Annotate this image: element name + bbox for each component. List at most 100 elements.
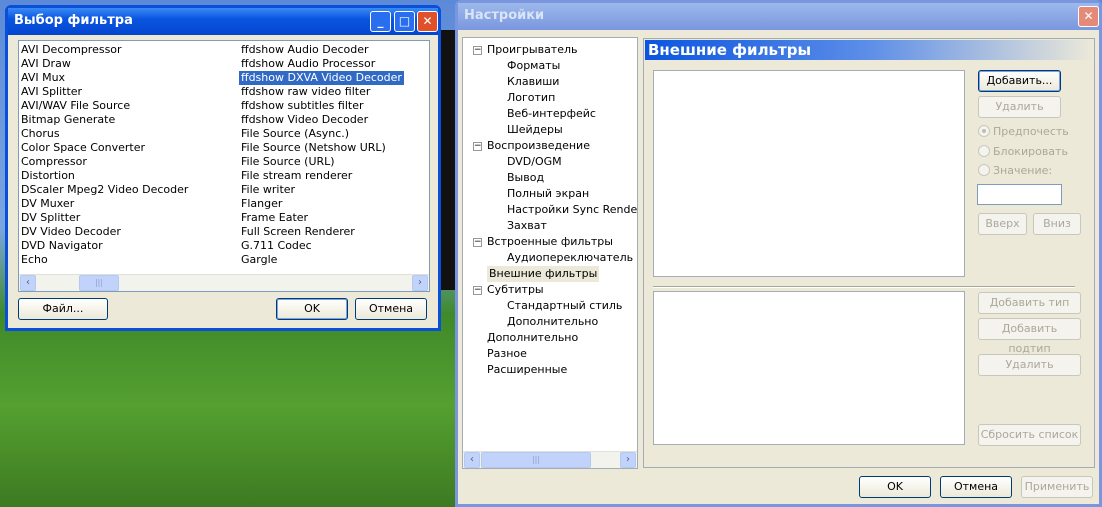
filter-list-item[interactable]: ffdshow Audio Decoder [241,43,369,57]
remove-button[interactable]: Удалить [978,96,1061,118]
collapse-icon[interactable]: − [473,46,482,55]
apply-button[interactable]: Применить [1021,476,1093,498]
scroll-left-icon[interactable]: ‹ [20,275,36,291]
cancel-button[interactable]: Отмена [355,298,427,320]
filter-list[interactable]: AVI Decompressor AVI Draw AVI Mux AVI Split… [18,40,430,292]
filter-list-item[interactable]: Frame Eater [241,211,308,225]
settings-window: Настройки ✕ − Проигрыватель Форматы Клавиши… [455,0,1102,507]
filter-list-item[interactable]: ffdshow Audio Processor [241,57,375,71]
minimize-button[interactable]: _ [370,11,391,32]
tree-item[interactable]: Встроенные фильтры [487,234,613,250]
filter-list-item[interactable]: AVI/WAV File Source [21,99,130,113]
ok-button[interactable]: OK [276,298,348,320]
tree-item[interactable]: Внешние фильтры [487,266,600,282]
up-button[interactable]: Вверх [978,213,1027,235]
filter-list-item[interactable]: Distortion [21,169,75,183]
page-title: Внешние фильтры [645,40,1093,60]
filter-list-item[interactable]: Color Space Converter [21,141,145,155]
add-button[interactable]: Добавить... [978,70,1061,92]
filter-list-item[interactable]: AVI Decompressor [21,43,122,57]
filter-list-item[interactable]: AVI Draw [21,57,71,71]
radio-icon [978,125,990,137]
scroll-right-icon[interactable]: › [412,275,428,291]
filter-list-item[interactable]: Chorus [21,127,60,141]
tree-item[interactable]: Разное [487,346,527,362]
filter-dialog-titlebar[interactable]: Выбор фильтра _ □ ✕ [8,8,438,35]
filter-list-item[interactable]: Flanger [241,197,282,211]
scroll-thumb[interactable]: ||| [79,275,119,291]
filter-list-item[interactable]: DVD Navigator [21,239,103,253]
horizontal-scrollbar[interactable]: ‹ ||| › [19,274,429,291]
tree-item[interactable]: Форматы [507,58,560,74]
value-radio[interactable]: Значение: [978,164,1052,177]
filter-list-item[interactable]: AVI Mux [21,71,65,85]
filter-list-item[interactable]: DScaler Mpeg2 Video Decoder [21,183,188,197]
collapse-icon[interactable]: − [473,286,482,295]
separator [653,286,1075,288]
settings-close-button[interactable]: ✕ [1078,6,1099,27]
types-list[interactable] [653,291,965,445]
settings-tree[interactable]: − Проигрыватель Форматы Клавиши Логотип Веб-и… [462,37,638,469]
filter-list-item[interactable]: File stream renderer [241,169,352,183]
tree-item[interactable]: Стандартный стиль [507,298,622,314]
tree-item[interactable]: Захват [507,218,547,234]
filter-list-item[interactable]: AVI Splitter [21,85,82,99]
radio-icon [978,164,990,176]
filter-list-item[interactable]: ffdshow DXVA Video Decoder [239,71,404,85]
tree-item[interactable]: Полный экран [507,186,589,202]
tree-item[interactable]: Дополнительно [487,330,578,346]
remove-type-button[interactable]: Удалить [978,354,1081,376]
filter-list-item[interactable]: ffdshow subtitles filter [241,99,364,113]
maximize-button[interactable]: □ [394,11,415,32]
filter-dialog: Выбор фильтра _ □ ✕ AVI Decompressor AVI … [5,5,441,331]
filters-list[interactable] [653,70,965,277]
filter-list-item[interactable]: Echo [21,253,48,267]
settings-ok-button[interactable]: OK [859,476,931,498]
tree-item[interactable]: Шейдеры [507,122,563,138]
scroll-thumb[interactable]: ||| [481,452,591,468]
filter-list-item[interactable]: DV Muxer [21,197,74,211]
tree-item[interactable]: Субтитры [487,282,544,298]
scroll-left-icon[interactable]: ‹ [464,452,480,468]
settings-titlebar[interactable]: Настройки ✕ [458,3,1099,30]
filter-list-item[interactable]: ffdshow Video Decoder [241,113,368,127]
settings-cancel-button[interactable]: Отмена [940,476,1012,498]
filter-list-item[interactable]: Compressor [21,155,87,169]
down-button[interactable]: Вниз [1033,213,1081,235]
tree-item[interactable]: Дополнительно [507,314,598,330]
tree-item[interactable]: Логотип [507,90,555,106]
reset-list-button[interactable]: Сбросить список [978,424,1081,446]
tree-horizontal-scrollbar[interactable]: ‹ ||| › [463,451,637,468]
settings-page: Внешние фильтры Добавить... Удалить Пред… [643,38,1095,468]
tree-item[interactable]: Проигрыватель [487,42,578,58]
filter-list-item[interactable]: File Source (URL) [241,155,335,169]
collapse-icon[interactable]: − [473,238,482,247]
filter-list-item[interactable]: File Source (Netshow URL) [241,141,386,155]
add-type-button[interactable]: Добавить тип [978,292,1081,314]
scroll-right-icon[interactable]: › [620,452,636,468]
tree-item[interactable]: Вывод [507,170,544,186]
filter-list-item[interactable]: Full Screen Renderer [241,225,355,239]
block-radio[interactable]: Блокировать [978,145,1068,158]
filter-list-item[interactable]: ffdshow raw video filter [241,85,370,99]
filter-list-item[interactable]: File writer [241,183,295,197]
filter-list-item[interactable]: DV Video Decoder [21,225,121,239]
tree-item[interactable]: Настройки Sync Renderer [507,202,637,218]
tree-item[interactable]: Расширенные [487,362,567,378]
tree-item[interactable]: Аудиопереключатель [507,250,633,266]
close-button[interactable]: ✕ [417,11,438,32]
add-subtype-button[interactable]: Добавить подтип [978,318,1081,355]
filter-list-item[interactable]: Gargle [241,253,277,267]
filter-list-item[interactable]: DV Splitter [21,211,80,225]
filter-list-item[interactable]: File Source (Async.) [241,127,349,141]
filter-list-item[interactable]: G.711 Codec [241,239,312,253]
prefer-radio[interactable]: Предпочесть [978,125,1069,138]
filter-list-item[interactable]: Bitmap Generate [21,113,115,127]
tree-item[interactable]: Воспроизведение [487,138,590,154]
tree-item[interactable]: DVD/OGM [507,154,562,170]
value-input[interactable] [977,184,1062,205]
tree-item[interactable]: Клавиши [507,74,559,90]
tree-item[interactable]: Веб-интерфейс [507,106,596,122]
collapse-icon[interactable]: − [473,142,482,151]
file-button[interactable]: Файл... [18,298,108,320]
